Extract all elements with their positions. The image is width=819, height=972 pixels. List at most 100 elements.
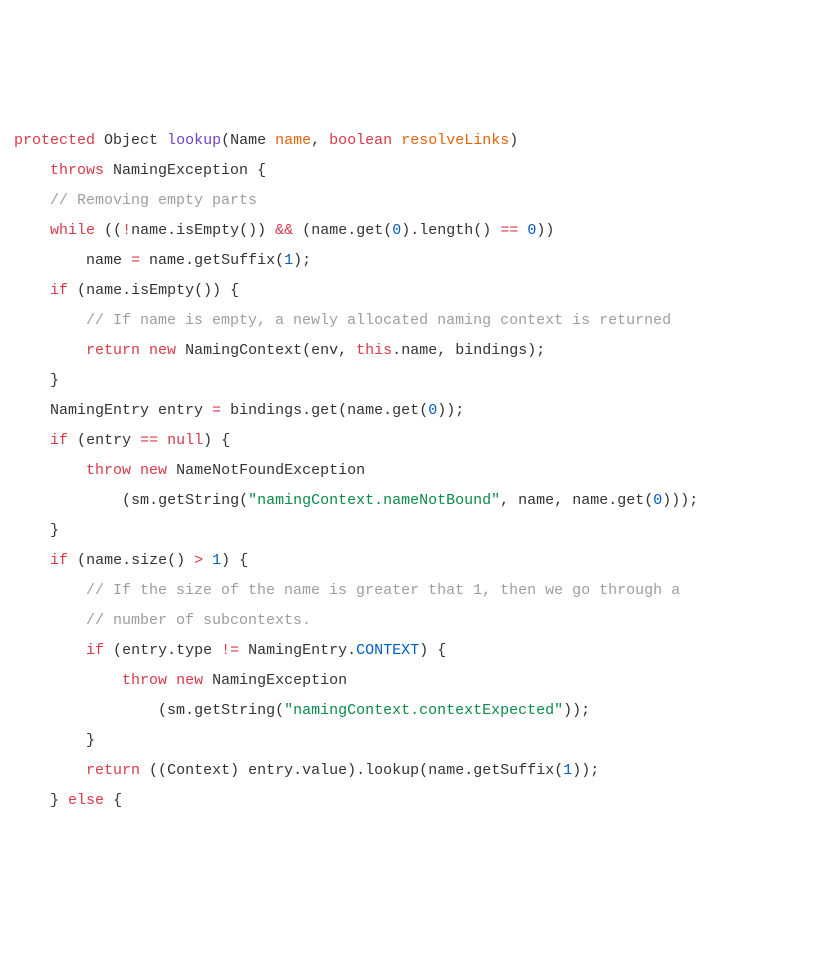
- code-token: this: [356, 342, 392, 359]
- code-token: sm: [131, 492, 149, 509]
- code-token: (: [275, 252, 284, 269]
- code-token: (: [113, 642, 122, 659]
- code-token: [167, 672, 176, 689]
- code-token: name: [131, 222, 167, 239]
- code-token: ): [230, 762, 248, 779]
- code-token: throw: [122, 672, 167, 689]
- code-token: {: [113, 792, 122, 809]
- code-token: name: [140, 252, 185, 269]
- code-token: (): [473, 222, 500, 239]
- code-token: ) {: [221, 552, 248, 569]
- code-token: .: [347, 642, 356, 659]
- code-token: ) {: [419, 642, 446, 659]
- code-token: NamingEntry: [239, 642, 347, 659]
- code-token: )): [536, 222, 554, 239]
- code-token: get: [617, 492, 644, 509]
- code-token: entry: [86, 432, 140, 449]
- code-token: // If name is empty, a newly allocated n…: [86, 312, 671, 329]
- code-token: name: [86, 252, 131, 269]
- code-line: } else {: [14, 786, 805, 816]
- code-line: NamingEntry entry = bindings.get(name.ge…: [14, 396, 805, 426]
- code-token: protected: [14, 132, 95, 149]
- code-token: [158, 432, 167, 449]
- code-token: 1: [212, 552, 221, 569]
- code-token: boolean: [329, 132, 392, 149]
- code-token: // Removing empty parts: [50, 192, 257, 209]
- code-token: ));: [437, 402, 464, 419]
- code-token: ,: [554, 492, 572, 509]
- code-token: name: [518, 492, 554, 509]
- code-token: .: [167, 642, 176, 659]
- code-token: throw: [86, 462, 131, 479]
- code-token: [392, 132, 401, 149]
- code-token: entry: [149, 402, 212, 419]
- code-token: env: [311, 342, 338, 359]
- code-token: (: [302, 222, 311, 239]
- code-line: throw new NameNotFoundException: [14, 456, 805, 486]
- code-line: }: [14, 366, 805, 396]
- code-token: if: [50, 552, 68, 569]
- code-token: NamingEntry: [50, 402, 149, 419]
- code-token: name: [275, 132, 311, 149]
- code-token: NamingException: [212, 672, 347, 689]
- code-token: isEmpty: [131, 282, 194, 299]
- code-token: size: [131, 552, 167, 569]
- code-token: [167, 462, 176, 479]
- code-token: lookup: [167, 132, 221, 149]
- code-token: >: [194, 552, 203, 569]
- code-token: type: [176, 642, 221, 659]
- code-line: if (name.size() > 1) {: [14, 546, 805, 576]
- code-token: }: [50, 792, 68, 809]
- code-token: [104, 642, 113, 659]
- code-token: .: [347, 222, 356, 239]
- code-token: ).: [401, 222, 419, 239]
- code-line: return ((Context) entry.value).lookup(na…: [14, 756, 805, 786]
- code-token: &&: [275, 222, 293, 239]
- code-token: [140, 342, 149, 359]
- code-token: (: [383, 222, 392, 239]
- code-token: lookup: [365, 762, 419, 779]
- code-token: ,: [437, 342, 455, 359]
- code-token: (: [338, 402, 347, 419]
- code-token: entry: [248, 762, 293, 779]
- code-token: ,: [338, 342, 356, 359]
- code-token: ): [509, 132, 518, 149]
- code-line: // number of subcontexts.: [14, 606, 805, 636]
- code-line: if (entry == null) {: [14, 426, 805, 456]
- code-token: new: [140, 462, 167, 479]
- code-token: (: [302, 342, 311, 359]
- code-token: getString: [158, 492, 239, 509]
- code-line: // If the size of the name is greater th…: [14, 576, 805, 606]
- code-token: get: [356, 222, 383, 239]
- code-token: getSuffix: [473, 762, 554, 779]
- code-token: [131, 462, 140, 479]
- code-token: getString: [194, 702, 275, 719]
- code-token: throws: [50, 162, 104, 179]
- code-token: sm: [167, 702, 185, 719]
- code-token: (: [158, 702, 167, 719]
- code-token: null: [167, 432, 203, 449]
- code-token: ((: [149, 762, 167, 779]
- code-token: [293, 222, 302, 239]
- code-token: (: [644, 492, 653, 509]
- code-token: ,: [311, 132, 329, 149]
- code-token: // If the size of the name is greater th…: [86, 582, 680, 599]
- code-token: .: [122, 552, 131, 569]
- code-token: getSuffix: [194, 252, 275, 269]
- code-token: [176, 342, 185, 359]
- code-token: [68, 432, 77, 449]
- code-token: [266, 132, 275, 149]
- code-token: return: [86, 762, 140, 779]
- code-line: (sm.getString("namingContext.contextExpe…: [14, 696, 805, 726]
- code-token: ));: [572, 762, 599, 779]
- code-token: =: [212, 402, 221, 419]
- code-token: ,: [500, 492, 518, 509]
- code-token: [518, 222, 527, 239]
- code-token: 1: [284, 252, 293, 269]
- code-token: ()) {: [194, 282, 239, 299]
- code-token: {: [257, 162, 266, 179]
- code-token: bindings: [455, 342, 527, 359]
- code-token: name: [428, 762, 464, 779]
- code-line: }: [14, 726, 805, 756]
- code-token: .: [149, 492, 158, 509]
